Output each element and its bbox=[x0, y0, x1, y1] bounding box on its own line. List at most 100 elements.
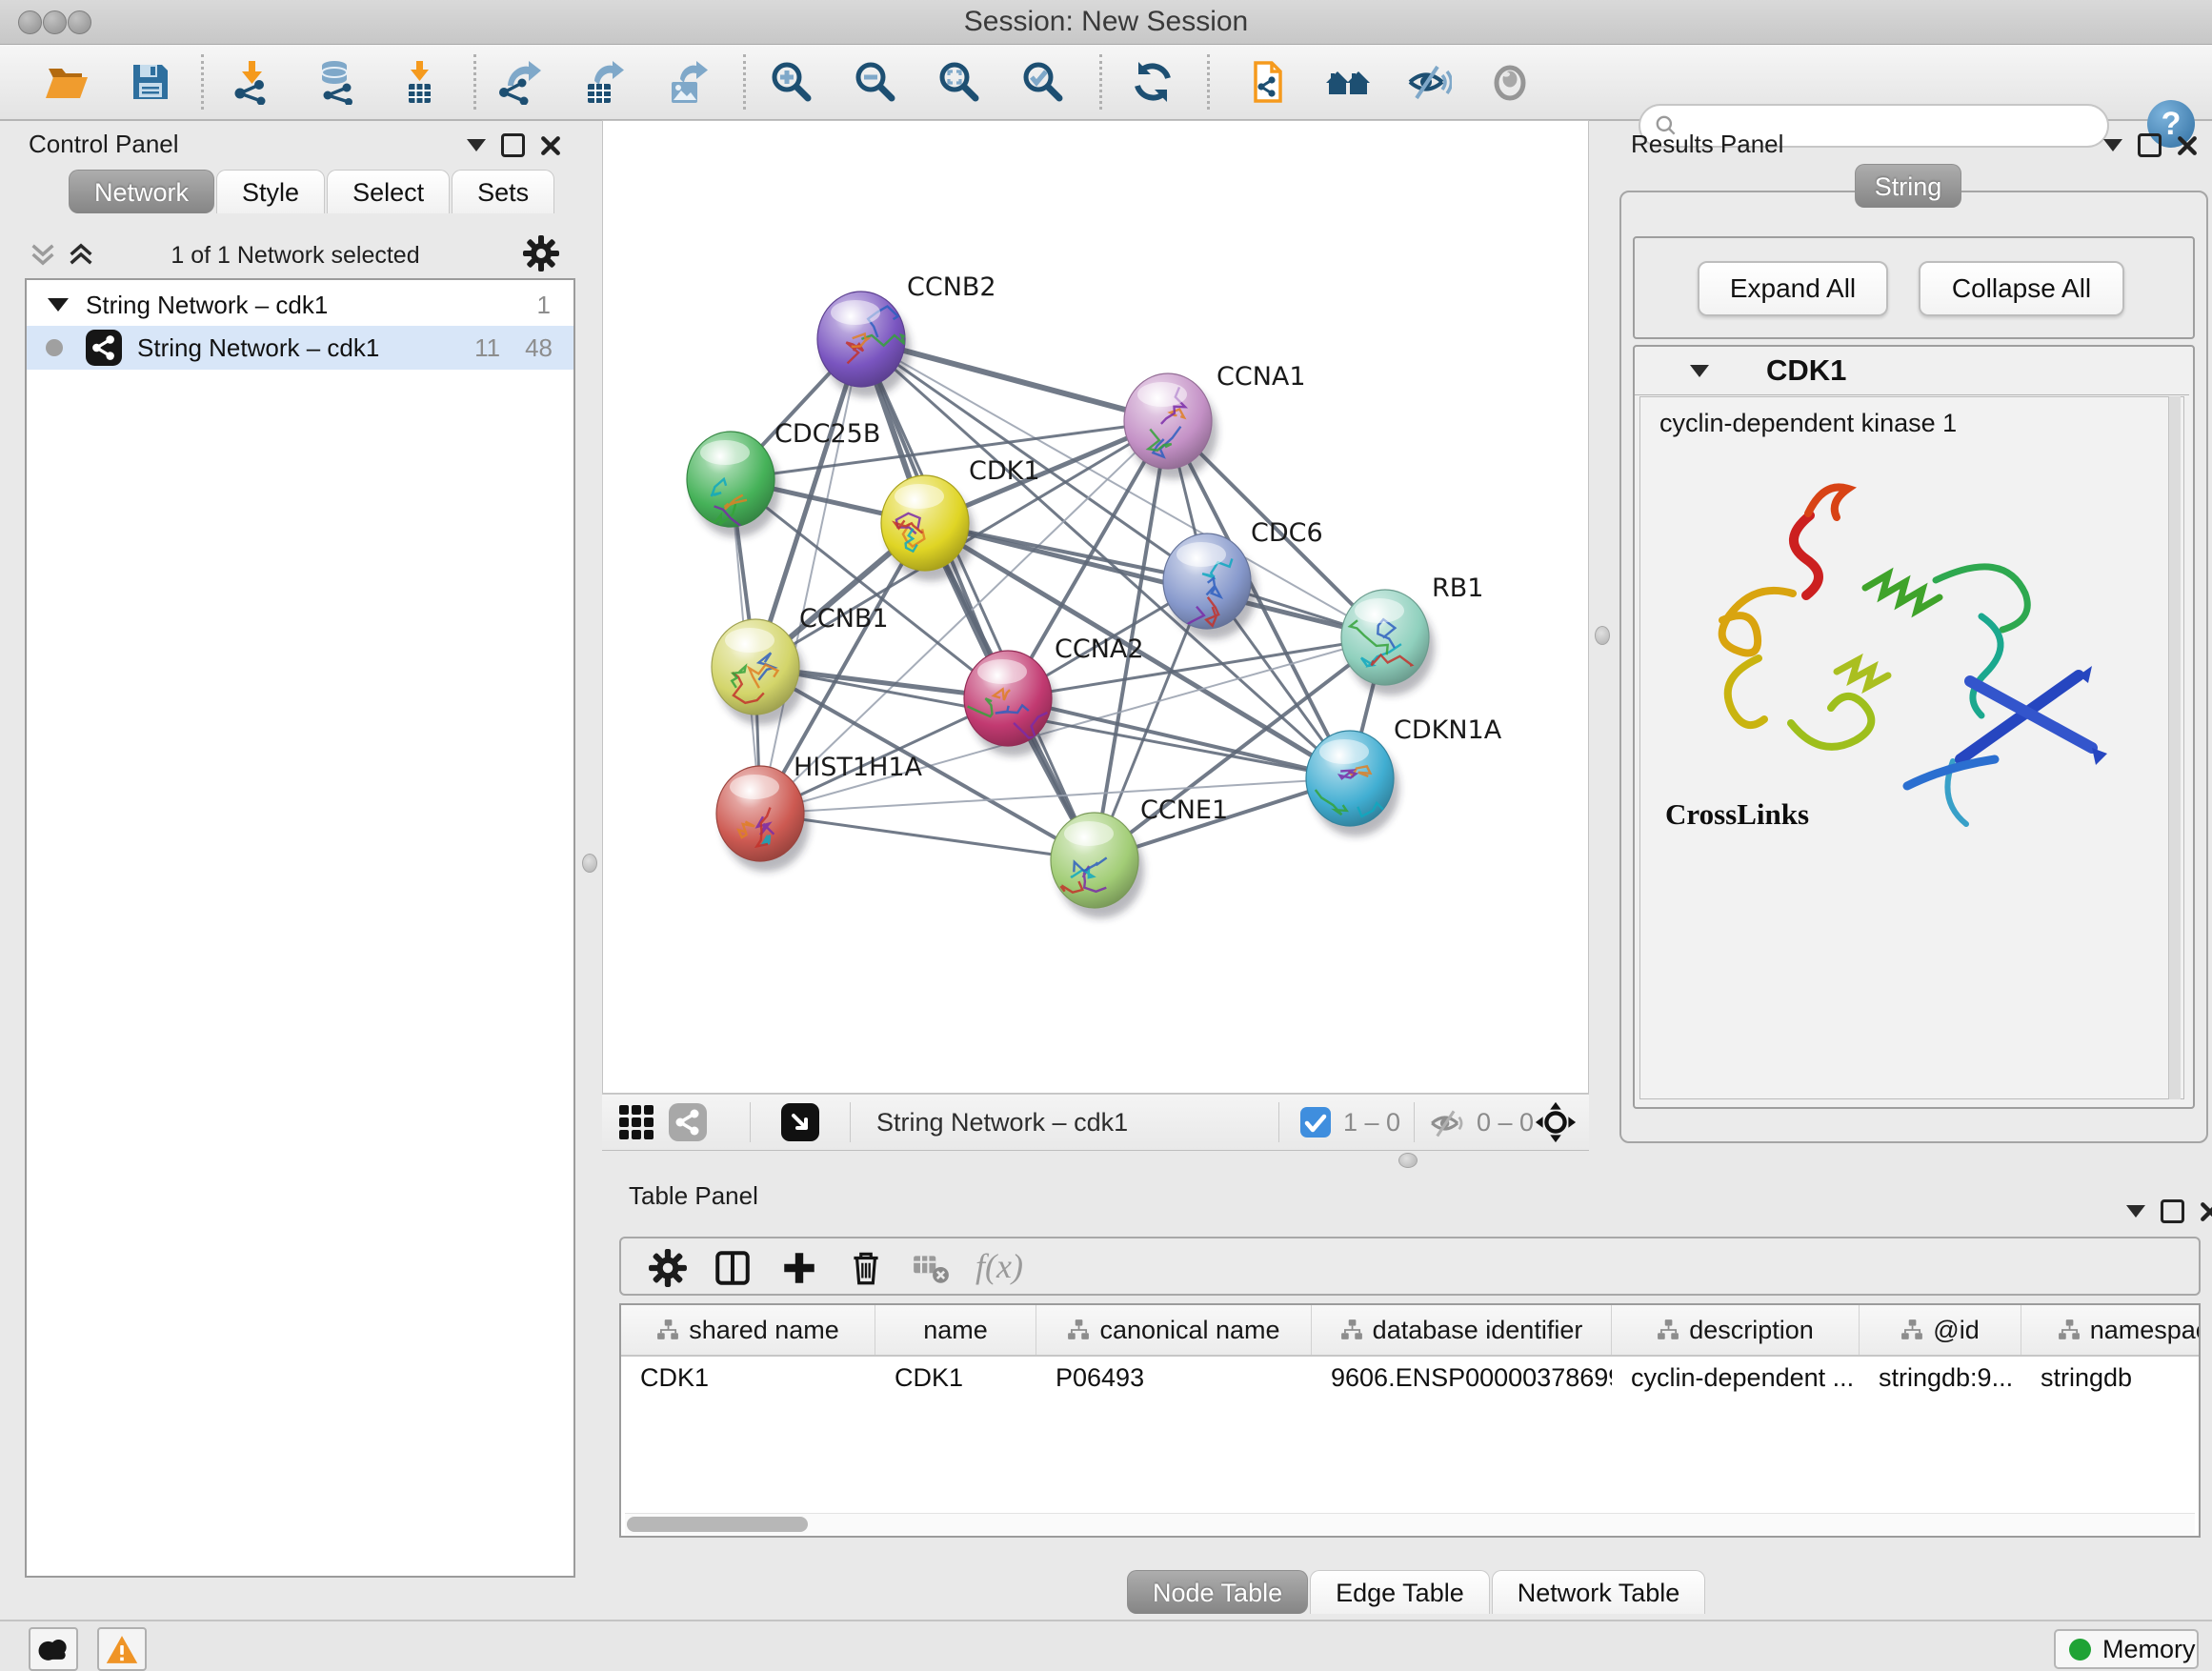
grid-view-button[interactable] bbox=[617, 1103, 655, 1146]
table-horizontal-scrollbar[interactable] bbox=[625, 1513, 2195, 1535]
left-splitter-handle[interactable] bbox=[582, 854, 597, 873]
column-header-canonical-name[interactable]: canonical name bbox=[1036, 1305, 1312, 1355]
import-database-button[interactable] bbox=[311, 56, 360, 108]
export-network-button[interactable] bbox=[494, 56, 544, 108]
network-node-CDKN1A[interactable]: CDKN1A bbox=[1306, 715, 1502, 836]
table-cell[interactable]: 9606.ENSP00000378699 bbox=[1312, 1357, 1612, 1399]
delete-column-button[interactable] bbox=[846, 1248, 886, 1288]
entry-header[interactable]: CDK1 bbox=[1635, 347, 2189, 395]
share-session-file-button[interactable] bbox=[1242, 56, 1292, 108]
tab-style[interactable]: Style bbox=[216, 170, 325, 213]
zoom-out-button[interactable] bbox=[850, 56, 899, 108]
table-cell[interactable]: CDK1 bbox=[621, 1357, 875, 1399]
panel-close-icon[interactable] bbox=[540, 135, 561, 156]
application-window: Session: New Session bbox=[0, 0, 2212, 1671]
home-networks-button[interactable] bbox=[1323, 56, 1373, 108]
network-node-HIST1H1A[interactable]: HIST1H1A bbox=[716, 753, 923, 872]
open-session-button[interactable] bbox=[42, 56, 91, 108]
panel-menu-icon[interactable] bbox=[467, 139, 486, 151]
table-cell[interactable]: stringdb bbox=[2021, 1357, 2201, 1399]
entry-name: CDK1 bbox=[1766, 353, 1846, 388]
tab-edge-table[interactable]: Edge Table bbox=[1310, 1570, 1490, 1614]
tab-sets[interactable]: Sets bbox=[452, 170, 554, 213]
selected-checkbox[interactable] bbox=[1299, 1106, 1332, 1143]
node-label-CDK1: CDK1 bbox=[969, 456, 1040, 486]
split-columns-button[interactable] bbox=[713, 1248, 753, 1288]
network-node-CDK1[interactable]: CDK1 bbox=[881, 456, 1040, 581]
panel-float-icon[interactable] bbox=[2161, 1199, 2184, 1223]
cloud-status-button[interactable] bbox=[29, 1627, 78, 1671]
warnings-button[interactable] bbox=[97, 1627, 147, 1671]
column-header-shared-name[interactable]: shared name bbox=[621, 1305, 875, 1355]
collapse-all-button[interactable]: Collapse All bbox=[1919, 261, 2124, 316]
table-cell[interactable]: P06493 bbox=[1036, 1357, 1312, 1399]
collapse-all-networks-button[interactable] bbox=[29, 240, 57, 273]
zoom-selected-button[interactable] bbox=[1017, 56, 1067, 108]
bottom-splitter-handle[interactable] bbox=[1398, 1153, 1418, 1168]
network-graph: CCNB2CCNA1CDC25BCDK1CDC6RB1CCNB1CCNA2CDK… bbox=[603, 121, 1588, 1093]
network-canvas[interactable]: CCNB2CCNA1CDC25BCDK1CDC6RB1CCNB1CCNA2CDK… bbox=[602, 120, 1589, 1094]
table-row[interactable]: CDK1CDK1P064939606.ENSP00000378699cyclin… bbox=[621, 1357, 2201, 1399]
panel-float-icon[interactable] bbox=[2138, 133, 2162, 157]
expand-all-button[interactable]: Expand All bbox=[1698, 261, 1888, 316]
panel-menu-icon[interactable] bbox=[2126, 1205, 2145, 1218]
panel-float-icon[interactable] bbox=[501, 133, 525, 157]
zoom-in-button[interactable] bbox=[766, 56, 815, 108]
tab-node-table[interactable]: Node Table bbox=[1127, 1570, 1308, 1614]
tree-expand-icon[interactable] bbox=[48, 298, 69, 312]
network-options-gear-button[interactable] bbox=[522, 234, 560, 277]
panel-menu-icon[interactable] bbox=[2103, 139, 2122, 151]
expand-all-networks-button[interactable] bbox=[67, 240, 95, 273]
network-view-button[interactable] bbox=[669, 1103, 707, 1146]
close-window-button[interactable] bbox=[18, 10, 42, 34]
network-edge[interactable] bbox=[760, 814, 1095, 860]
hide-panel-button[interactable] bbox=[1404, 56, 1454, 108]
memory-button[interactable]: Memory bbox=[2054, 1629, 2199, 1669]
column-header-database-identifier[interactable]: database identifier bbox=[1312, 1305, 1612, 1355]
show-panel-button[interactable] bbox=[1485, 56, 1535, 108]
tab-string[interactable]: String bbox=[1855, 164, 1961, 208]
birdseye-view-button[interactable] bbox=[781, 1103, 819, 1146]
panel-close-icon[interactable] bbox=[2200, 1201, 2212, 1222]
tab-select[interactable]: Select bbox=[327, 170, 450, 213]
zoom-fit-button[interactable] bbox=[934, 56, 983, 108]
import-network-button[interactable] bbox=[227, 56, 276, 108]
column-header-label: canonical name bbox=[1099, 1316, 1279, 1345]
column-header-name[interactable]: name bbox=[875, 1305, 1036, 1355]
network-node-CCNB1[interactable]: CCNB1 bbox=[712, 604, 889, 725]
table-gear-button[interactable] bbox=[648, 1248, 688, 1288]
tab-network-table[interactable]: Network Table bbox=[1492, 1570, 1706, 1614]
network-row-selected[interactable]: String Network – cdk1 11 48 bbox=[27, 326, 573, 370]
network-collection-row[interactable]: String Network – cdk1 1 bbox=[27, 284, 573, 326]
column-header-@id[interactable]: @id bbox=[1860, 1305, 2021, 1355]
maximize-window-button[interactable] bbox=[68, 10, 91, 34]
table-cell[interactable]: cyclin-dependent ... bbox=[1612, 1357, 1860, 1399]
table-tabs: Node TableEdge TableNetwork Table bbox=[1127, 1570, 1707, 1614]
add-column-button[interactable] bbox=[779, 1248, 819, 1288]
export-image-button[interactable] bbox=[662, 56, 712, 108]
hidden-toggle[interactable] bbox=[1429, 1105, 1465, 1146]
network-node-CCNE1[interactable]: CCNE1 bbox=[1051, 795, 1228, 918]
network-node-CCNA1[interactable]: CCNA1 bbox=[1124, 362, 1306, 479]
network-node-CDC6[interactable]: CDC6 bbox=[1163, 518, 1323, 639]
refresh-button[interactable] bbox=[1128, 56, 1177, 108]
column-header-namespace[interactable]: namespace bbox=[2021, 1305, 2201, 1355]
export-table-button[interactable] bbox=[578, 56, 628, 108]
entry-collapse-icon[interactable] bbox=[1690, 365, 1709, 377]
results-scrollbar[interactable] bbox=[2168, 396, 2181, 1099]
import-table-button[interactable] bbox=[394, 56, 444, 108]
panel-close-icon[interactable] bbox=[2177, 135, 2198, 156]
column-header-description[interactable]: description bbox=[1612, 1305, 1860, 1355]
column-header-label: name bbox=[923, 1316, 988, 1345]
save-session-button[interactable] bbox=[126, 56, 175, 108]
network-edge[interactable] bbox=[760, 339, 861, 814]
scrollbar-thumb[interactable] bbox=[627, 1517, 808, 1532]
tab-network[interactable]: Network bbox=[69, 170, 214, 213]
table-cell[interactable]: CDK1 bbox=[875, 1357, 1036, 1399]
network-node-RB1[interactable]: RB1 bbox=[1341, 574, 1483, 695]
network-edge[interactable] bbox=[1008, 698, 1350, 778]
table-panel-title: Table Panel bbox=[629, 1181, 758, 1211]
table-cell[interactable]: stringdb:9... bbox=[1860, 1357, 2021, 1399]
fit-content-button[interactable] bbox=[1534, 1100, 1578, 1149]
minimize-window-button[interactable] bbox=[43, 10, 67, 34]
